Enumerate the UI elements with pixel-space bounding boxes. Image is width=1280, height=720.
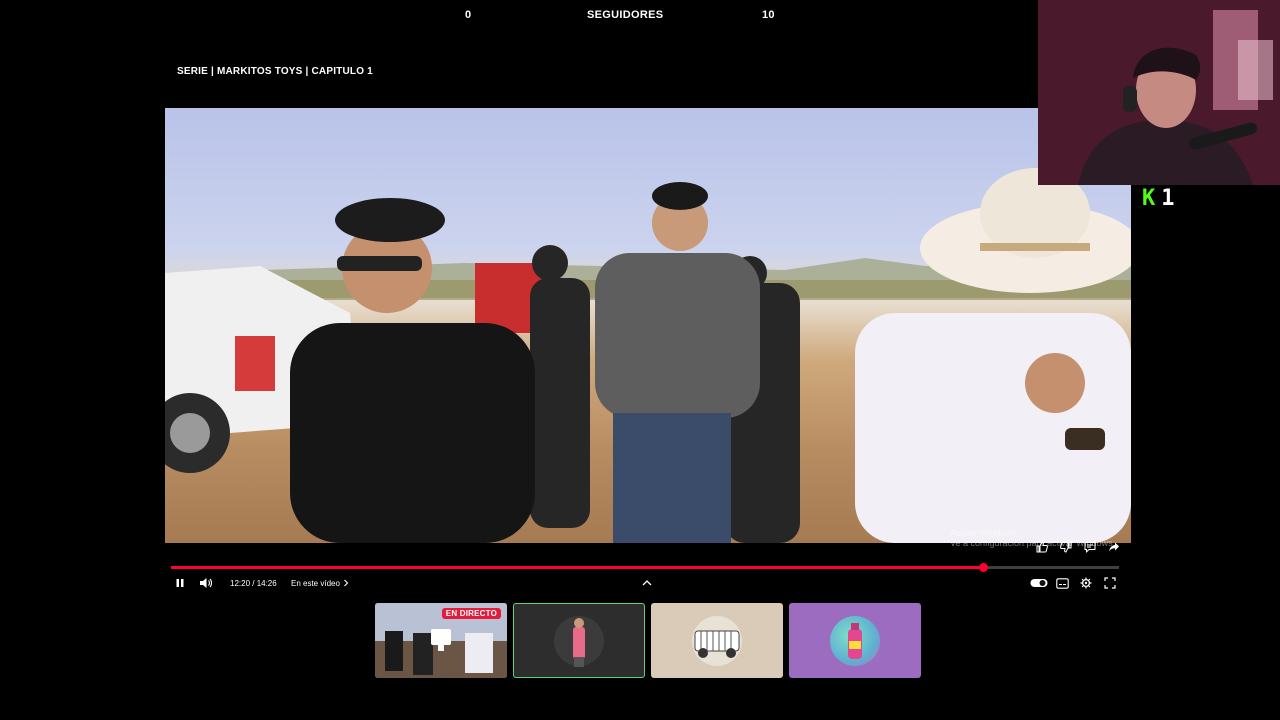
pause-icon xyxy=(176,579,184,587)
like-icon[interactable] xyxy=(1034,540,1050,554)
streamer-webcam xyxy=(1038,0,1280,185)
thumbnail-live[interactable]: EN DIRECTO xyxy=(375,603,507,678)
chevron-up-icon xyxy=(642,580,652,586)
subtitles-button[interactable] xyxy=(1056,576,1069,590)
gear-icon xyxy=(1080,577,1092,589)
video-scene xyxy=(165,168,1131,543)
thumbnail-strip: EN DIRECTO xyxy=(375,603,921,678)
subtitles-icon xyxy=(1056,577,1069,589)
comment-icon[interactable] xyxy=(1082,540,1098,554)
kick-logo-icon: K xyxy=(1142,186,1156,211)
autoplay-toggle[interactable] xyxy=(1030,576,1048,590)
watermark-line1: Activar Windows xyxy=(950,528,1017,538)
followers-label: SEGUIDORES xyxy=(587,9,664,21)
live-badge: EN DIRECTO xyxy=(441,608,501,619)
kick-viewer-badge: K 1 xyxy=(1142,186,1175,211)
man-black-shirt xyxy=(290,198,535,543)
progress-fill xyxy=(171,566,984,569)
followers-goal: 10 xyxy=(762,9,775,21)
truck-icon xyxy=(694,630,740,658)
toggle-icon xyxy=(1030,579,1048,587)
play-pause-button[interactable] xyxy=(174,576,186,590)
thumbnail-product[interactable] xyxy=(789,603,921,678)
volume-icon xyxy=(200,578,213,588)
fullscreen-button[interactable] xyxy=(1104,576,1116,590)
settings-button[interactable] xyxy=(1080,576,1092,590)
progress-bar[interactable] xyxy=(171,563,1119,572)
time-display: 12:20 / 14:26 xyxy=(230,578,277,588)
expand-button[interactable] xyxy=(641,576,653,590)
video-frame[interactable] xyxy=(165,108,1131,543)
webcam-scene xyxy=(1038,0,1280,185)
dislike-icon[interactable] xyxy=(1058,540,1074,554)
bottle-icon xyxy=(848,623,862,659)
video-actions xyxy=(1034,540,1122,554)
chapter-label: En este vídeo xyxy=(291,578,340,588)
thumbnail-person-figure xyxy=(573,618,585,667)
volume-button[interactable] xyxy=(199,576,213,590)
fullscreen-icon xyxy=(1104,577,1116,589)
thumbnail-selected[interactable] xyxy=(513,603,645,678)
kick-viewer-count: 1 xyxy=(1161,186,1175,211)
thumbnail-truck[interactable] xyxy=(651,603,783,678)
man-white-hat xyxy=(855,168,1131,543)
video-title: SERIE | MARKITOS TOYS | CAPITULO 1 xyxy=(177,66,373,77)
progress-scrubber-handle[interactable] xyxy=(979,563,989,572)
share-icon[interactable] xyxy=(1106,540,1122,554)
chapter-button[interactable]: En este vídeo xyxy=(291,576,349,590)
followers-current: 0 xyxy=(465,9,472,21)
chevron-right-icon xyxy=(344,579,349,587)
